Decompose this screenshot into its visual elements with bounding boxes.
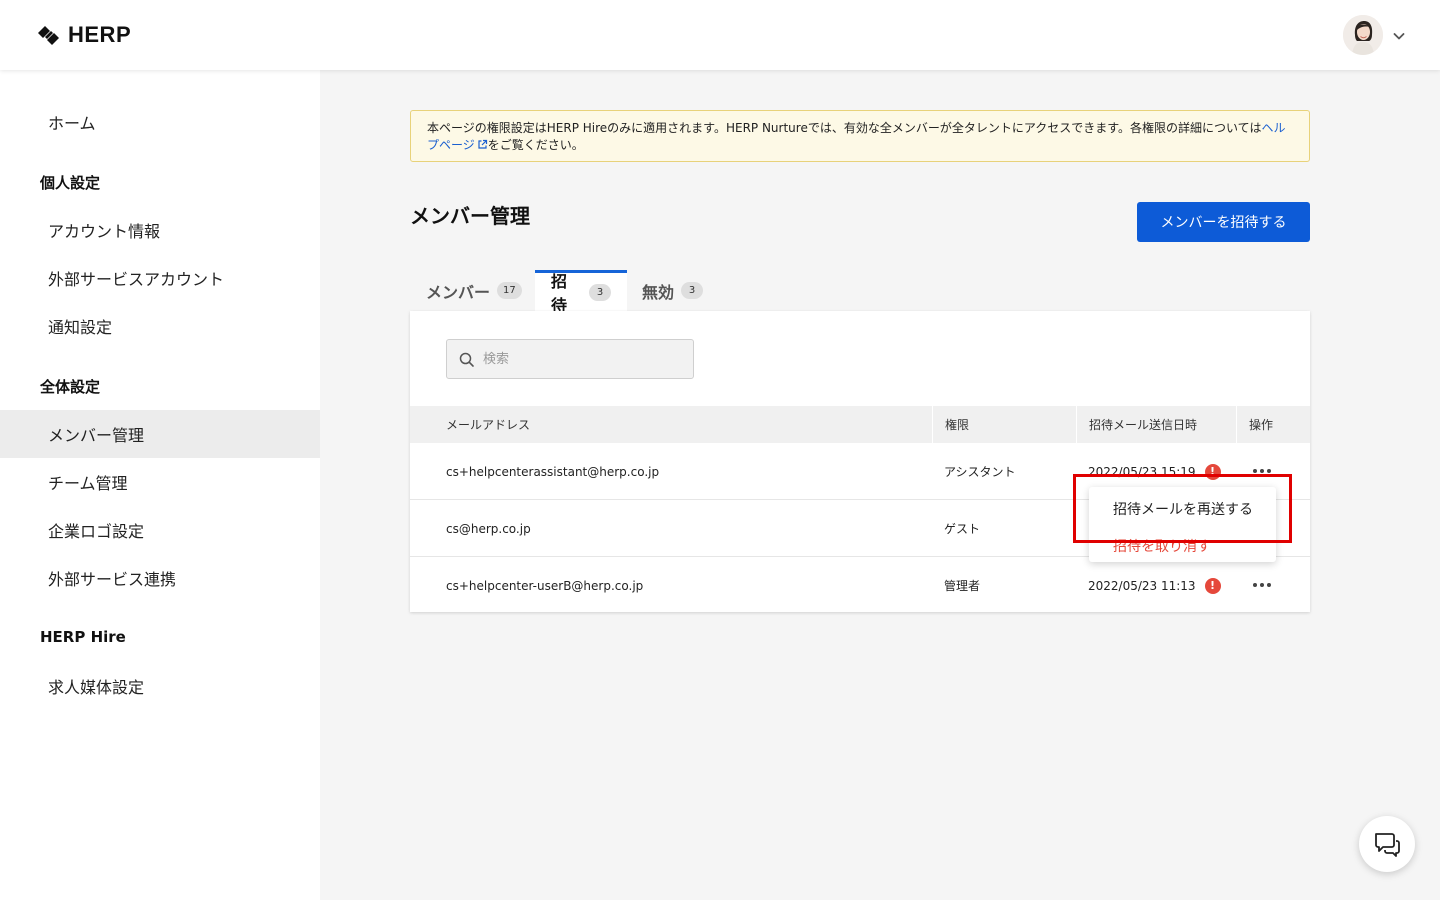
top-header: HERP <box>0 0 1440 70</box>
menu-item-cancel-invitation[interactable]: 招待を取り消す <box>1113 536 1211 556</box>
logo-text: HERP <box>68 22 132 47</box>
search-icon <box>459 352 474 367</box>
sidebar-item-team-management[interactable]: チーム管理 <box>0 458 320 506</box>
warning-icon: ! <box>1204 577 1221 594</box>
email-cell: cs+helpcenterassistant@herp.co.jp <box>446 464 660 479</box>
role-cell: アシスタント <box>944 465 1016 479</box>
tab-label: 招待 <box>551 272 568 315</box>
table-row: cs+helpcenter-userB@herp.co.jp 管理者 2022/… <box>410 557 1310 614</box>
search-input[interactable] <box>483 340 683 378</box>
sent-at-text: 2022/05/23 11:13 <box>1088 578 1196 593</box>
external-link-icon[interactable] <box>477 139 488 150</box>
sidebar-item-external-integrations[interactable]: 外部サービス連携 <box>0 554 320 602</box>
sent-at-cell: 2022/05/23 11:13 ! <box>1088 557 1221 614</box>
user-avatar-icon <box>1343 15 1383 55</box>
sidebar-item-company-logo[interactable]: 企業ロゴ設定 <box>0 506 320 554</box>
tab-disabled[interactable]: 無効 3 <box>626 270 719 311</box>
table-header: メールアドレス 権限 招待メール送信日時 操作 <box>410 406 1310 443</box>
sidebar-heading-herp-hire: HERP Hire <box>40 628 126 646</box>
column-header-role: 権限 <box>945 418 970 432</box>
notice-text: 本ページの権限設定はHERP Hireのみに適用されます。HERP Nurtur… <box>427 121 1262 135</box>
column-header-sent-at: 招待メール送信日時 <box>1089 418 1198 432</box>
invite-member-button[interactable]: メンバーを招待する <box>1137 202 1310 242</box>
column-divider <box>1236 406 1237 443</box>
chat-support-button[interactable] <box>1359 816 1415 872</box>
invitations-panel: メールアドレス 権限 招待メール送信日時 操作 cs+helpcenterass… <box>410 311 1310 612</box>
sidebar-item-notifications[interactable]: 通知設定 <box>0 302 320 350</box>
herp-logo-mark-icon <box>38 26 59 45</box>
column-header-email: メールアドレス <box>446 418 531 432</box>
herp-logo[interactable]: HERP <box>36 22 131 48</box>
email-cell: cs+helpcenter-userB@herp.co.jp <box>446 578 644 593</box>
user-avatar[interactable] <box>1343 15 1383 55</box>
sidebar-item-job-media[interactable]: 求人媒体設定 <box>0 662 320 710</box>
sidebar-item-external-accounts[interactable]: 外部サービスアカウント <box>0 254 320 302</box>
sidebar-item-account-info[interactable]: アカウント情報 <box>0 206 320 254</box>
chevron-down-icon[interactable] <box>1392 29 1406 43</box>
column-header-actions: 操作 <box>1249 418 1274 432</box>
sent-at-text: 2022/05/23 15:19 <box>1088 464 1196 479</box>
sidebar: ホーム 個人設定 アカウント情報 外部サービスアカウント 通知設定 全体設定 メ… <box>0 70 320 900</box>
warning-icon: ! <box>1204 463 1221 480</box>
more-actions-icon[interactable] <box>1249 577 1275 593</box>
more-actions-icon[interactable] <box>1249 463 1275 479</box>
tab-count-badge: 17 <box>497 282 522 299</box>
sidebar-item-member-management[interactable]: メンバー管理 <box>0 410 320 458</box>
tab-count-badge: 3 <box>589 283 611 301</box>
tab-label: 無効 <box>642 282 675 302</box>
column-divider <box>1076 406 1077 443</box>
sidebar-heading-personal: 個人設定 <box>40 174 101 192</box>
chat-icon <box>1375 833 1400 857</box>
permission-notice: 本ページの権限設定はHERP Hireのみに適用されます。HERP Nurtur… <box>410 110 1310 162</box>
row-actions-menu: 招待メールを再送する 招待を取り消す <box>1089 487 1276 562</box>
tab-members[interactable]: メンバー 17 <box>410 270 538 311</box>
role-cell: 管理者 <box>944 579 981 593</box>
tab-count-badge: 3 <box>681 282 704 299</box>
sidebar-item-home[interactable]: ホーム <box>0 98 320 146</box>
notice-suffix: をご覧ください。 <box>487 138 584 152</box>
page-title: メンバー管理 <box>410 204 530 228</box>
menu-item-resend-invitation[interactable]: 招待メールを再送する <box>1113 499 1253 519</box>
email-cell: cs@herp.co.jp <box>446 521 531 536</box>
search-box[interactable] <box>446 339 694 379</box>
tab-label: メンバー <box>426 282 491 302</box>
role-cell: ゲスト <box>944 522 981 536</box>
sidebar-heading-global: 全体設定 <box>40 378 101 396</box>
tab-invitations[interactable]: 招待 3 <box>535 270 627 315</box>
column-divider <box>932 406 933 443</box>
